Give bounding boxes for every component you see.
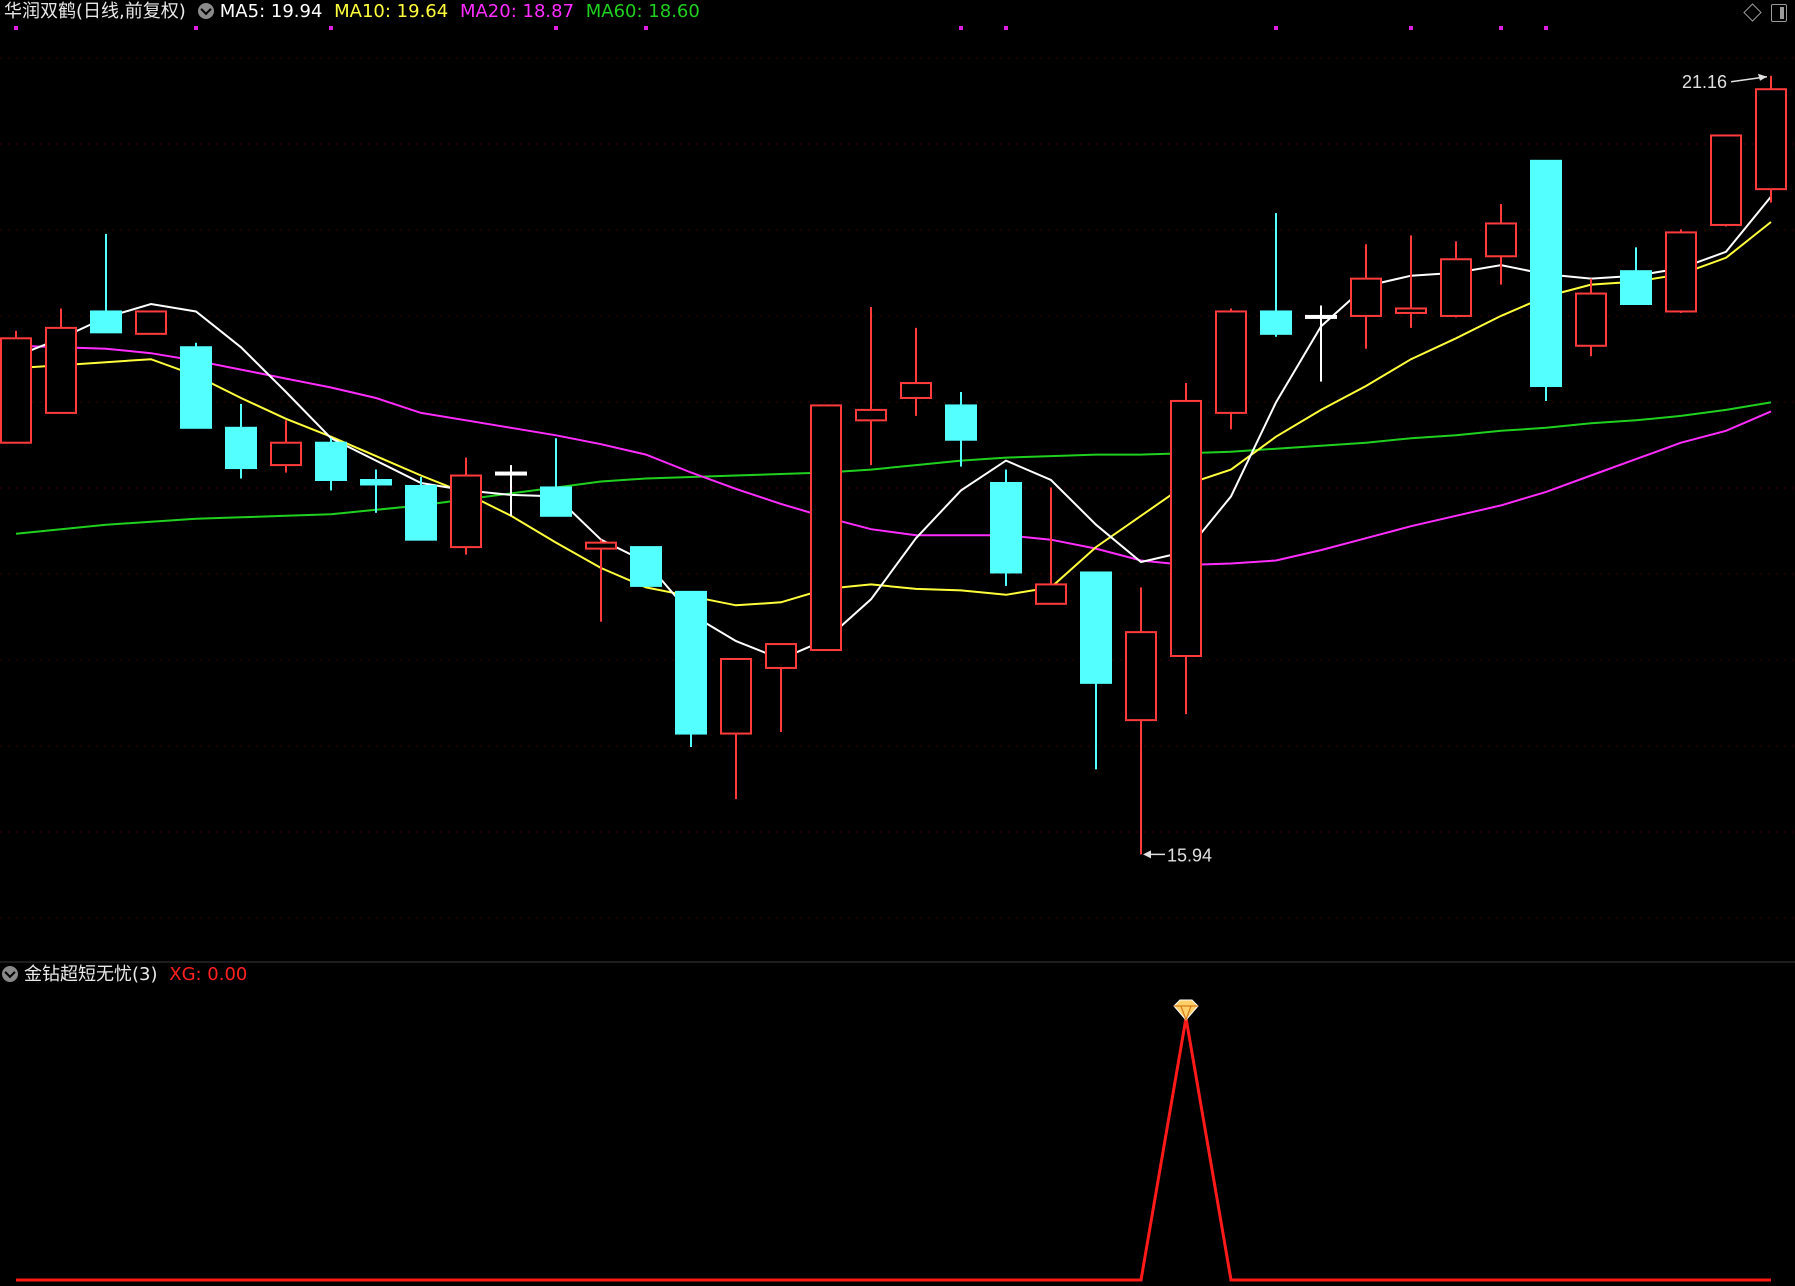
candle-body: [135, 310, 167, 335]
candle-body: [0, 337, 32, 444]
candle-body: [45, 326, 77, 414]
candle-body: [1755, 88, 1787, 191]
candle-body: [270, 441, 302, 467]
collapse-icon[interactable]: [197, 3, 214, 19]
candle-body: [495, 471, 527, 476]
indicator-header: 金钻超短无忧(3) XG: 0.00: [0, 963, 253, 987]
low-arrowhead: [1143, 850, 1151, 859]
top-marker: [1499, 26, 1503, 30]
candle-body: [855, 408, 887, 422]
high-label: 21.16: [1682, 72, 1727, 92]
candle-body: [1170, 399, 1202, 657]
ma20-label: MA20: 18.87: [459, 1, 575, 22]
candle-body: [810, 404, 842, 652]
top-marker: [644, 26, 648, 30]
candle-body: [1395, 307, 1427, 314]
candle-body: [585, 541, 617, 550]
candle-body: [1080, 571, 1112, 684]
top-marker: [959, 26, 963, 30]
ma5-label: MA5: 19.94: [219, 1, 323, 22]
top-marker: [1544, 26, 1548, 30]
top-marker: [194, 26, 198, 30]
top-marker: [1004, 26, 1008, 30]
main-chart-header: 华润双鹤(日线,前复权) MA5: 19.94 MA10: 19.64 MA20:…: [4, 0, 706, 24]
candle-body: [540, 486, 572, 517]
panel-icon[interactable]: [1771, 4, 1787, 22]
candle-body: [900, 382, 932, 399]
candle-body: [1710, 134, 1742, 226]
candle-body: [1440, 258, 1472, 317]
candle-body: [360, 479, 392, 486]
candle-body: [1575, 292, 1607, 347]
candle-body: [990, 481, 1022, 574]
top-marker: [1409, 26, 1413, 30]
candle-body: [1125, 631, 1157, 722]
candle-body: [630, 546, 662, 587]
ma5-line: [15, 195, 1772, 661]
gem-signal-icon: [1173, 999, 1199, 1021]
ma60-label: MA60: 18.60: [585, 1, 700, 22]
candle-body: [720, 657, 752, 735]
top-marker: [554, 26, 558, 30]
indicator-collapse-icon[interactable]: [2, 966, 18, 982]
stock-title: 华润双鹤(日线,前复权): [4, 1, 186, 22]
candle-body: [1215, 310, 1247, 414]
candle-body: [765, 643, 797, 669]
candle-body: [225, 426, 257, 470]
candle-body: [315, 441, 347, 481]
candle-body: [1035, 583, 1067, 605]
candle-body: [1260, 310, 1292, 335]
top-marker: [1274, 26, 1278, 30]
low-label: 15.94: [1167, 845, 1212, 865]
chart-canvas[interactable]: 21.16 15.94: [0, 0, 1795, 1286]
candle-body: [90, 310, 122, 334]
candle-body: [1485, 222, 1517, 258]
xg-label: XG: 0.00: [169, 964, 248, 985]
top-marker: [329, 26, 333, 30]
top-marker: [14, 26, 18, 30]
candle-body: [675, 590, 707, 735]
ma10-line: [15, 221, 1772, 607]
candle-body: [405, 484, 437, 541]
candle-body: [1665, 231, 1697, 313]
candle-body: [1305, 314, 1337, 319]
high-arrowhead: [1758, 73, 1767, 81]
ma10-label: MA10: 19.64: [334, 1, 449, 22]
xg-line: [16, 1017, 1771, 1282]
candle-body: [945, 404, 977, 441]
candle-body: [450, 474, 482, 549]
candle-body: [1530, 159, 1562, 388]
candle-body: [1350, 277, 1382, 317]
ma60-line: [15, 401, 1772, 535]
candle-body: [1620, 270, 1652, 305]
candle-body: [180, 346, 212, 429]
indicator-name: 金钻超短无忧(3): [24, 964, 158, 985]
